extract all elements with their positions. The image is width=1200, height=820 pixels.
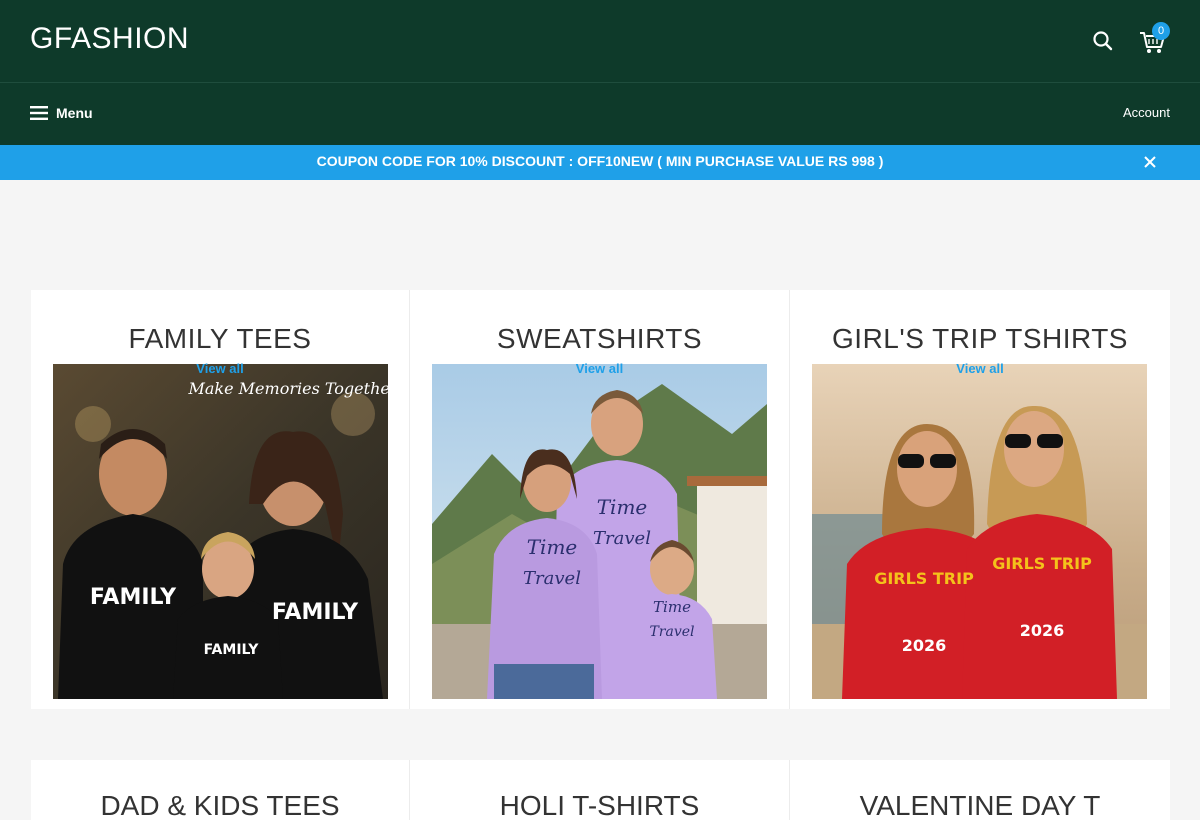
announcement-bar: COUPON CODE FOR 10% DISCOUNT : OFF10NEW … [0, 145, 1200, 180]
account-link[interactable]: Account [1123, 105, 1170, 120]
search-button[interactable] [1088, 26, 1118, 56]
collection-title: SWEATSHIRTS [496, 323, 703, 354]
menu-label: Menu [56, 105, 93, 121]
collection-title: VALENTINE DAY T [859, 790, 1101, 820]
site-header: GFASHION 0 Menu Account [0, 0, 1200, 145]
collection-image-sweatshirts[interactable]: Time Travel Time Travel Time Travel [432, 364, 767, 699]
svg-text:FAMILY: FAMILY [204, 642, 260, 658]
svg-text:Time: Time [527, 535, 578, 559]
site-logo[interactable]: GFASHION [30, 22, 189, 56]
svg-text:2026: 2026 [1020, 621, 1065, 640]
svg-text:Time: Time [653, 598, 691, 616]
announcement-close-button[interactable] [1140, 152, 1160, 172]
menu-button[interactable]: Menu [30, 101, 93, 125]
collection-image-family-tees[interactable]: Make Memories Together FAMILY FAMILY FAM… [53, 364, 388, 699]
collection-card-family-tees[interactable]: FAMILY TEES View all Make Memories Toget… [31, 290, 410, 709]
image-overlay-text: Make Memories Together [188, 379, 388, 398]
svg-text:Time: Time [597, 495, 648, 519]
collection-card-valentine[interactable]: VALENTINE DAY T [790, 760, 1170, 820]
collection-title: GIRL'S TRIP TSHIRTS [832, 323, 1128, 354]
svg-text:Travel: Travel [593, 528, 651, 549]
collection-grid: FAMILY TEES View all Make Memories Toget… [31, 290, 1170, 709]
svg-text:GIRLS TRIP: GIRLS TRIP [874, 569, 974, 588]
svg-text:GIRLS TRIP: GIRLS TRIP [992, 554, 1092, 573]
collection-card-dad-kids[interactable]: DAD & KIDS TEES [31, 760, 410, 820]
view-all-link[interactable]: View all [31, 361, 409, 376]
collection-card-girls-trip[interactable]: GIRL'S TRIP TSHIRTS View all GIRLS TRIP … [790, 290, 1170, 709]
collection-title: HOLI T-SHIRTS [499, 790, 700, 820]
collection-grid-row2: DAD & KIDS TEES HOLI T-SHIRTS VALENTINE … [31, 760, 1170, 820]
collection-card-holi[interactable]: HOLI T-SHIRTS [410, 760, 790, 820]
view-all-link[interactable]: View all [410, 361, 789, 376]
announcement-text: COUPON CODE FOR 10% DISCOUNT : OFF10NEW … [316, 153, 884, 169]
search-icon [1093, 31, 1113, 51]
collection-card-sweatshirts[interactable]: SWEATSHIRTS View all Time Travel Time Tr… [410, 290, 790, 709]
svg-text:2026: 2026 [902, 636, 947, 655]
collection-image-girls-trip[interactable]: GIRLS TRIP 2026 GIRLS TRIP 2026 [812, 364, 1147, 699]
svg-text:FAMILY: FAMILY [90, 585, 177, 610]
collection-title: FAMILY TEES [128, 323, 312, 354]
header-divider [0, 82, 1200, 83]
svg-text:FAMILY: FAMILY [272, 600, 359, 625]
hamburger-icon [30, 106, 48, 120]
view-all-link[interactable]: View all [790, 361, 1170, 376]
close-icon [1144, 156, 1156, 168]
cart-count-badge: 0 [1152, 22, 1170, 40]
collection-title: DAD & KIDS TEES [100, 790, 340, 820]
svg-text:Travel: Travel [649, 624, 694, 640]
svg-text:Travel: Travel [523, 568, 581, 589]
